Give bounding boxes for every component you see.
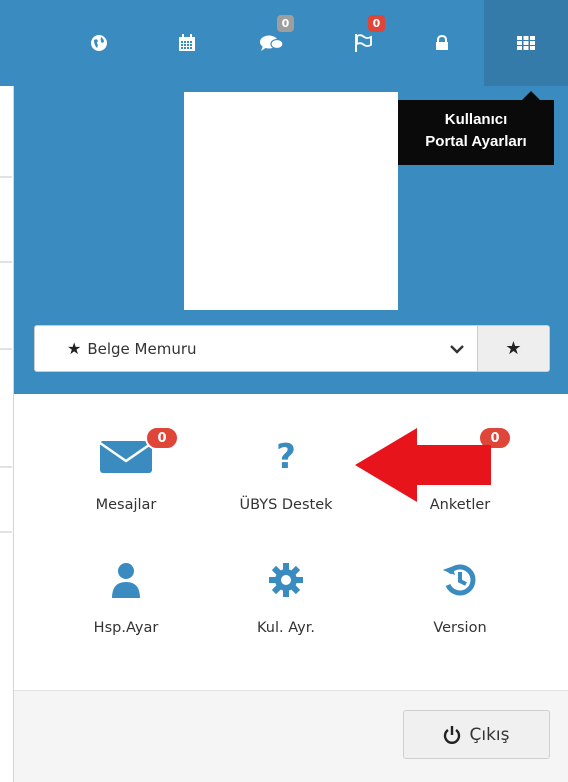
portal-settings-tooltip: Kullanıcı Portal Ayarları [398,100,554,165]
role-select-value: Belge Memuru [87,339,197,358]
user-icon [61,555,191,605]
logout-label: Çıkış [469,724,510,745]
star-icon: ★ [67,339,82,358]
flag-badge: 0 [368,15,385,32]
messages-badge: 0 [145,426,179,450]
history-icon [395,555,525,605]
tile-kul-ayr[interactable]: Kul. Ayr. [221,555,351,636]
tooltip-line-1: Kullanıcı [444,111,508,128]
comments-icon[interactable]: 0 [252,15,294,63]
tooltip-arrow [522,91,540,100]
grid-icon[interactable] [506,23,546,63]
tile-label: Kul. Ayr. [257,620,315,636]
power-icon [444,725,461,744]
tooltip-line-2: Portal Ayarları [425,133,527,150]
question-icon: ? [276,437,296,477]
tile-label: Version [433,620,487,636]
tile-hsp-ayar[interactable]: Hsp.Ayar [61,555,191,636]
calendar-icon[interactable] [167,23,207,63]
favorite-role-button[interactable]: ★ [477,325,550,372]
flag-icon[interactable]: 0 [343,15,385,63]
logout-button[interactable]: Çıkış [403,710,550,759]
tile-label: Hsp.Ayar [93,620,159,636]
tile-version[interactable]: Version [395,555,525,636]
chevron-down-icon [450,345,464,354]
cog-icon [221,555,351,605]
comments-badge: 0 [277,15,294,32]
top-navbar: 0 0 [0,0,568,86]
globe-icon[interactable] [79,23,119,63]
star-icon: ★ [505,338,522,359]
background-page-strip [0,86,14,782]
tile-label: Mesajlar [95,497,157,513]
tile-ubys-destek[interactable]: ? ÜBYS Destek [221,432,351,513]
lock-icon[interactable] [422,23,462,63]
annotation-arrow [355,428,491,502]
user-photo [184,92,398,310]
role-select[interactable]: ★ Belge Memuru [34,325,478,372]
tile-label: ÜBYS Destek [239,497,333,513]
